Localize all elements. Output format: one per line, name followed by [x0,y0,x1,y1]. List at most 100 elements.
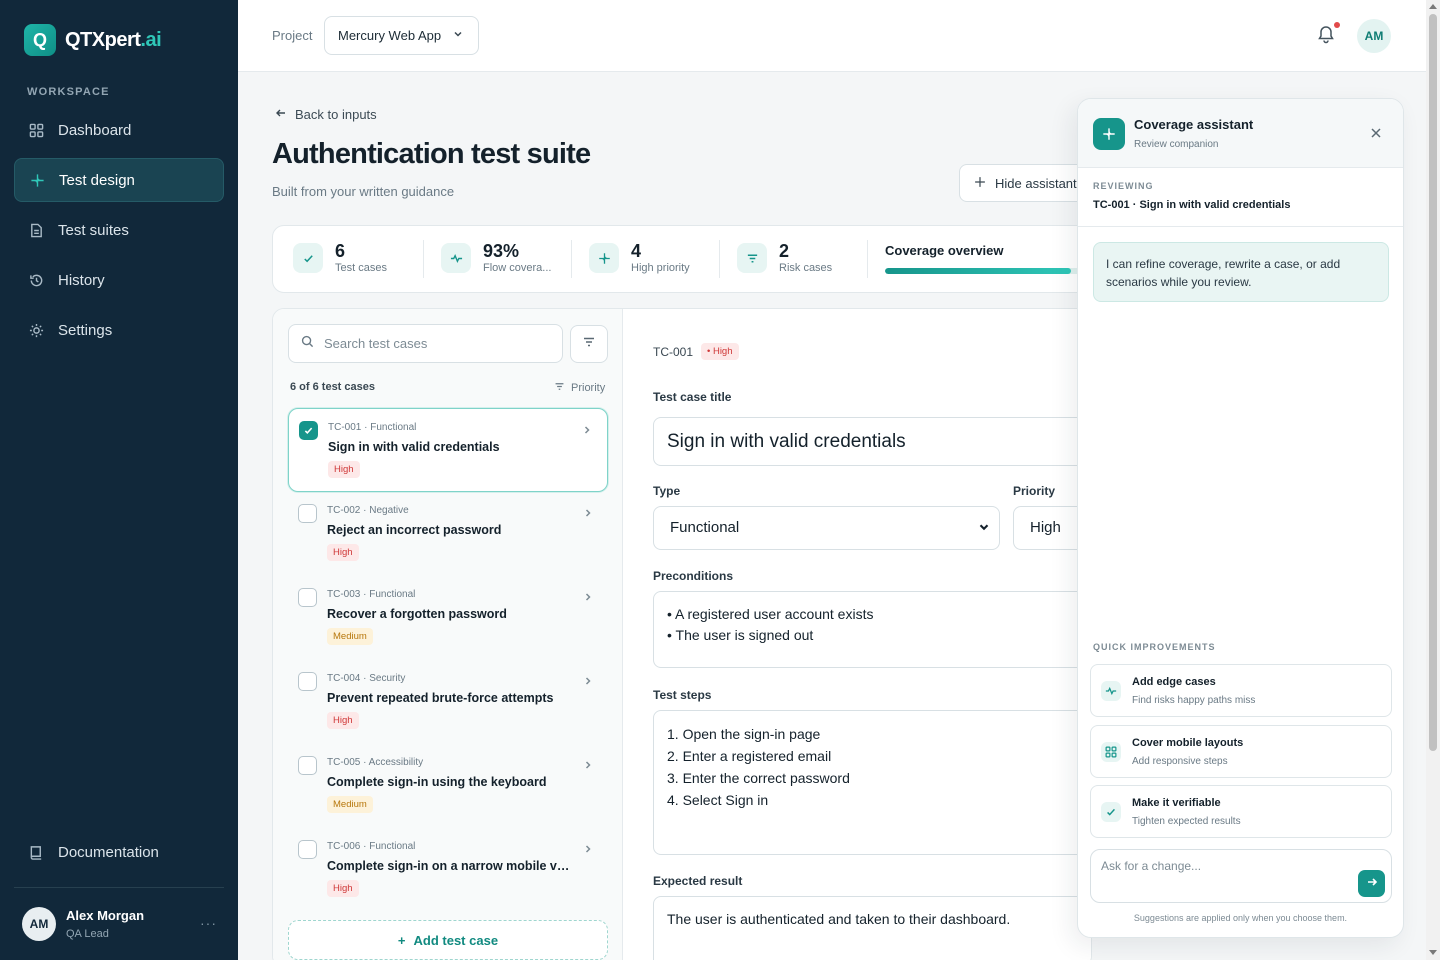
test-case-panel: 6 of 6 test cases Priority TC-001 · Func… [272,308,1092,960]
stat-divider [571,240,572,278]
chevron-right-icon [582,758,594,776]
add-test-case-button[interactable]: + Add test case [288,920,608,960]
pulse-icon [1101,681,1121,701]
quick-cover-mobile[interactable]: Cover mobile layouts Add responsive step… [1090,725,1392,778]
title-input[interactable]: Sign in with valid credentials [653,417,1091,466]
pulse-icon [441,243,471,273]
stat-risk-cases: 2 Risk cases [737,240,832,274]
step-line: 1. Open the sign-in page [667,726,821,742]
check-icon [1101,802,1121,822]
send-button[interactable] [1358,870,1385,897]
coverage-overview-title: Coverage overview [885,243,1004,258]
user-name: Alex Morgan [66,908,145,923]
scroll-up-arrow[interactable] [1429,4,1437,9]
sidebar-item-label: Settings [58,321,113,339]
priority-label: Priority [1013,484,1056,498]
preconditions-label: Preconditions [653,569,734,583]
chevron-right-icon [582,674,594,692]
list-item[interactable]: TC-004 · Security Prevent repeated brute-… [288,660,608,744]
arrow-right-icon [1366,875,1378,893]
sidebar-item-test-suites[interactable]: Test suites [14,208,224,252]
sidebar-item-test-design[interactable]: Test design [14,158,224,202]
case-title: Recover a forgotten password [327,607,507,621]
avatar[interactable]: AM [22,907,56,941]
title-label: Test case title [653,390,732,404]
add-test-case-label: Add test case [413,932,499,948]
sidebar-item-documentation[interactable]: Documentation [14,830,224,874]
quick-make-verifiable[interactable]: Make it verifiable Tighten expected resu… [1090,785,1392,838]
avatar[interactable]: AM [1357,19,1391,53]
ask-input[interactable] [1101,859,1341,873]
filter-icon [582,335,596,354]
logo-mark: Q [24,24,56,56]
case-id: TC-001 [653,345,694,359]
arrow-left-icon [275,107,287,122]
grid-icon [28,122,44,138]
list-item[interactable]: TC-002 · Negative Reject an incorrect pas… [288,492,608,576]
stat-value: 4 [631,241,642,261]
type-select[interactable]: Functional [653,506,1000,550]
quick-title: Add edge cases [1132,676,1216,688]
case-meta: TC-005 · Accessibility [327,757,424,768]
page-title: Authentication test suite [272,138,591,170]
close-icon[interactable] [1369,126,1383,145]
back-link[interactable]: Back to inputs [275,107,377,122]
page-scrollbar[interactable] [1426,0,1440,960]
type-value: Functional [670,519,740,536]
case-checkbox[interactable] [298,840,317,859]
step-line: 2. Enter a registered email [667,748,832,764]
filter-button[interactable] [570,325,608,363]
reviewing-value: TC-001 · Sign in with valid credentials [1093,199,1291,211]
sidebar-item-dashboard[interactable]: Dashboard [14,108,224,152]
sort-priority-button[interactable]: Priority [554,381,605,395]
page-subtitle: Built from your written guidance [272,184,455,199]
step-line: 3. Enter the correct password [667,770,850,786]
case-checkbox[interactable] [298,504,317,523]
case-title: Reject an incorrect password [327,523,502,537]
preconditions-textarea[interactable]: • A registered user account exists • The… [653,591,1091,668]
priority-badge: Medium [327,628,373,645]
case-checkbox[interactable] [298,756,317,775]
sidebar-item-label: Test design [59,171,135,189]
assistant-subtitle: Review companion [1134,139,1219,150]
search-field[interactable] [288,324,563,363]
stat-label: Risk cases [779,262,833,274]
case-checkbox[interactable] [299,421,318,440]
project-select[interactable]: Mercury Web App [324,16,479,55]
list-item[interactable]: TC-005 · Accessibility Complete sign-in u… [288,744,608,828]
chevron-right-icon [582,506,594,524]
stat-label: Flow covera... [483,262,552,274]
scroll-thumb[interactable] [1429,14,1437,751]
chevron-down-icon [977,520,991,538]
brand-logo[interactable]: Q QTXpert.ai [24,24,162,56]
list-item[interactable]: TC-006 · Functional Complete sign-in on a… [288,828,608,912]
brand-name-main: QTXpert [65,28,141,51]
more-icon[interactable]: ··· [200,915,217,931]
list-item[interactable]: TC-001 · Functional Sign in with valid cr… [288,408,608,492]
quick-subtitle: Add responsive steps [1132,756,1228,767]
quick-add-edge-cases[interactable]: Add edge cases Find risks happy paths mi… [1090,664,1392,717]
list-item[interactable]: TC-003 · Functional Recover a forgotten p… [288,576,608,660]
ask-box [1090,849,1392,903]
case-checkbox[interactable] [298,588,317,607]
sidebar-item-settings[interactable]: Settings [14,308,224,352]
back-label: Back to inputs [295,107,377,122]
expected-result-textarea[interactable]: The user is authenticated and taken to t… [653,896,1091,960]
assistant-message: I can refine coverage, rewrite a case, o… [1093,242,1389,302]
stat-high-priority: 4 High priority [589,240,690,274]
steps-textarea[interactable]: 1. Open the sign-in page 2. Enter a regi… [653,710,1091,855]
stat-value: 93% [483,241,520,261]
case-meta: TC-006 · Functional [327,841,416,852]
stat-flow-coverage: 93% Flow covera... [441,240,551,274]
sidebar-item-history[interactable]: History [14,258,224,302]
stat-label: Test cases [335,262,387,274]
sidebar-item-label: Documentation [58,843,159,861]
case-checkbox[interactable] [298,672,317,691]
hide-assistant-button[interactable]: Hide assistant [959,164,1089,202]
sparkle-icon [1093,118,1125,150]
workspace-label: WORKSPACE [27,86,110,98]
search-input[interactable] [324,336,544,351]
chevron-right-icon [582,590,594,608]
scroll-down-arrow[interactable] [1429,950,1437,955]
sort-icon [554,381,565,395]
